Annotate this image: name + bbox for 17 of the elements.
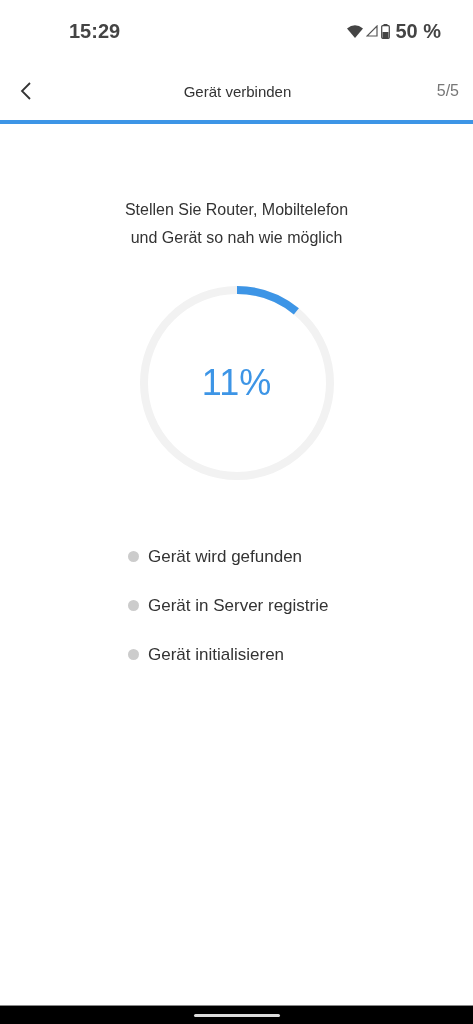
signal-icon: [366, 25, 379, 37]
step-dot: [128, 600, 139, 611]
step-label: Gerät initialisieren: [148, 644, 285, 665]
wifi-icon: [347, 24, 364, 38]
instruction-text: Stellen Sie Router, Mobiltelefon und Gerät so nah wie möglich: [123, 200, 350, 248]
battery-percent: 50 %: [395, 19, 441, 43]
status-time: 15:29: [69, 19, 121, 43]
step-label: Gerät in Server registrie: [148, 595, 329, 616]
page-title: Gerät verbinden: [183, 82, 292, 100]
progress-percent: 11%: [201, 362, 272, 404]
back-icon: [20, 81, 32, 101]
step-counter: 5/5: [436, 82, 459, 100]
step-label: Gerät wird gefunden: [148, 546, 303, 567]
step-dot: [128, 551, 139, 562]
step-dot: [128, 649, 139, 660]
home-handle[interactable]: [193, 1013, 280, 1017]
battery-icon: [381, 23, 391, 39]
